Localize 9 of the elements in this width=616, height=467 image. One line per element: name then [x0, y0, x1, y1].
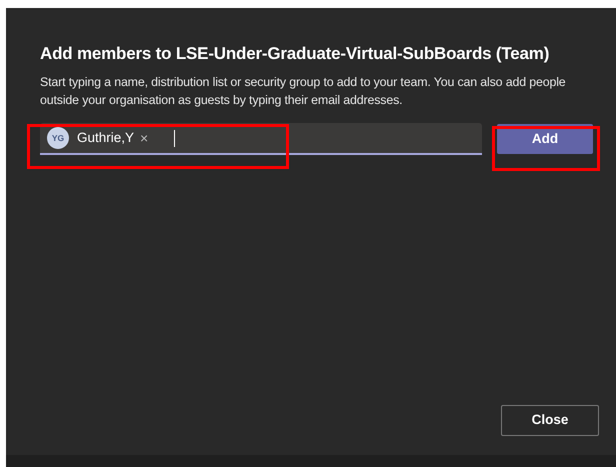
text-cursor	[174, 130, 176, 147]
dialog-description: Start typing a name, distribution list or security group to add to your team. You can also add people outside your organisation as guests by typing their email addresses.	[40, 74, 567, 110]
add-button[interactable]: Add	[497, 124, 593, 154]
close-button[interactable]: Close	[501, 405, 599, 436]
avatar: YG	[47, 127, 69, 150]
person-name: Guthrie,Y	[77, 129, 134, 148]
people-picker-field[interactable]: YG Guthrie,Y ×	[40, 123, 482, 156]
dialog-title: Add members to LSE-Under-Graduate-Virtual-SubBoards (Team)	[40, 44, 550, 64]
remove-button[interactable]: ×	[140, 131, 148, 146]
